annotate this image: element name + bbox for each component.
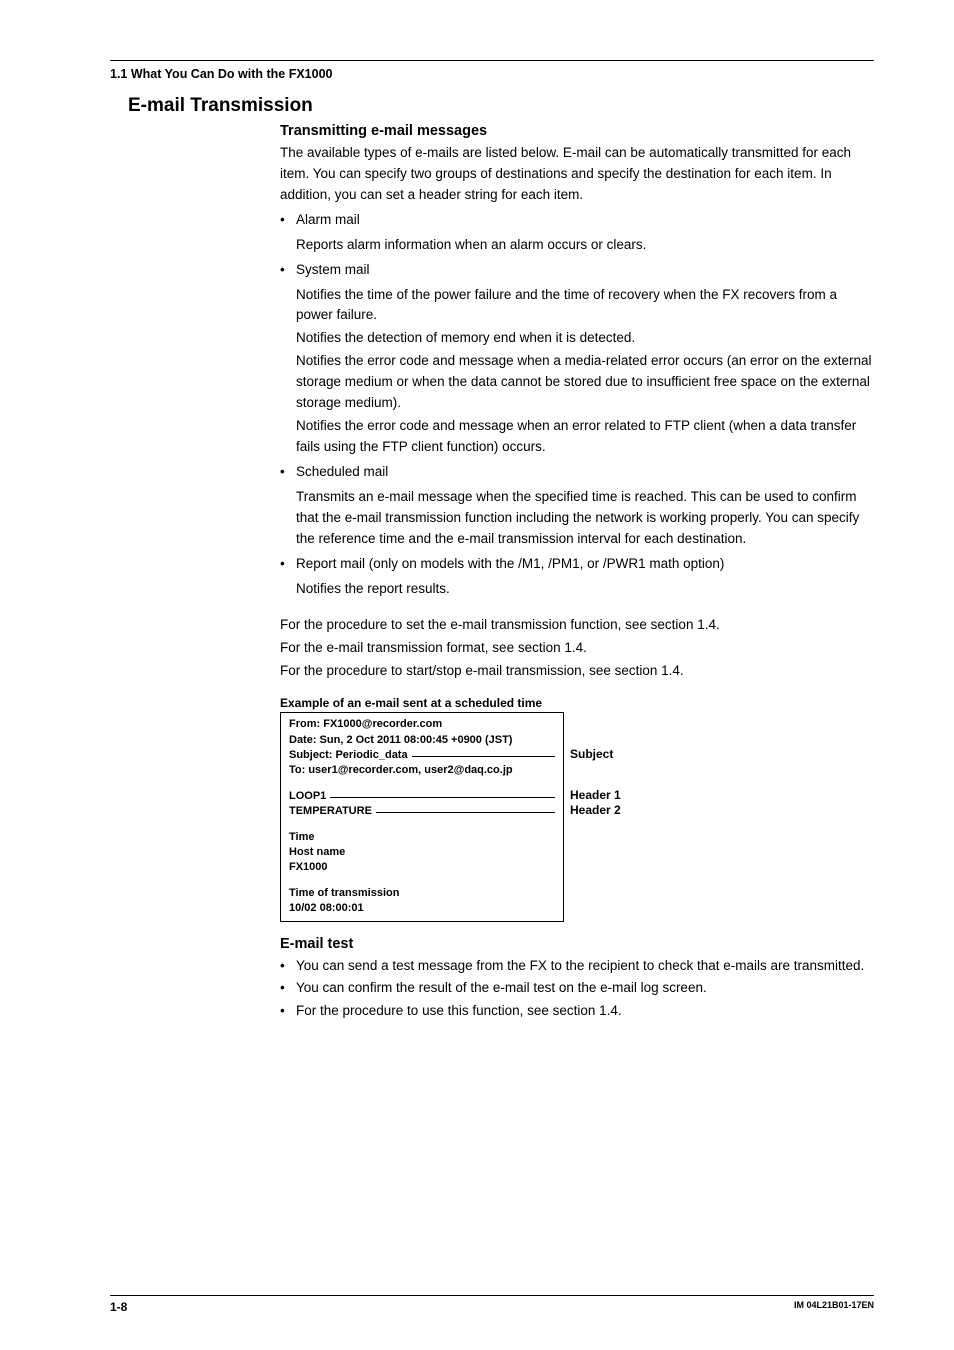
label-header2: Header 2 [570,803,621,818]
leader-line [412,756,555,757]
email-header1: LOOP1 [289,789,326,804]
reference-line: For the e-mail transmission format, see … [280,638,874,659]
heading-email-transmission: E-mail Transmission [128,95,874,117]
body-line: Reports alarm information when an alarm … [296,235,874,256]
email-date: Date: Sun, 2 Oct 2011 08:00:45 +0900 (JS… [289,733,512,748]
list-item: System mail [280,260,874,281]
label-header1: Header 1 [570,788,621,803]
leader-line [376,812,555,813]
list-item: Report mail (only on models with the /M1… [280,554,874,575]
example-labels: Subject Header 1 Header 2 [564,712,621,921]
heading-transmitting: Transmitting e-mail messages [280,123,874,139]
page-number: 1-8 [110,1300,127,1314]
page-footer: 1-8 IM 04L21B01-17EN [110,1295,874,1314]
body-line: Transmits an e-mail message when the spe… [296,487,874,550]
email-block-line: Time [289,830,314,845]
reference-line: For the procedure to start/stop e-mail t… [280,661,874,682]
mail-type-list: Report mail (only on models with the /M1… [280,554,874,575]
email-to: To: user1@recorder.com, user2@daq.co.jp [289,763,513,778]
heading-email-test: E-mail test [280,936,874,952]
body-line: Notifies the time of the power failure a… [296,285,874,327]
body-line: Notifies the report results. [296,579,874,600]
email-test-list: You can send a test message from the FX … [280,956,874,1023]
email-from: From: FX1000@recorder.com [289,717,442,732]
mail-type-list: Scheduled mail [280,462,874,483]
body-line: Notifies the detection of memory end whe… [296,328,874,349]
label-subject: Subject [570,746,621,761]
list-item: You can confirm the result of the e-mail… [280,978,874,999]
example-email-box: From: FX1000@recorder.com Date: Sun, 2 O… [280,712,564,921]
list-item: You can send a test message from the FX … [280,956,874,977]
email-block-line: 10/02 08:00:01 [289,901,364,916]
intro-text: The available types of e-mails are liste… [280,143,874,206]
email-block-line: FX1000 [289,860,328,875]
email-block-line: Host name [289,845,345,860]
leader-line [330,797,555,798]
email-subject: Subject: Periodic_data [289,748,408,763]
email-block-line: Time of transmission [289,886,399,901]
reference-line: For the procedure to set the e-mail tran… [280,615,874,636]
example-title: Example of an e-mail sent at a scheduled… [280,696,874,710]
doc-id: IM 04L21B01-17EN [794,1300,874,1314]
list-item: Scheduled mail [280,462,874,483]
body-line: Notifies the error code and message when… [296,416,874,458]
list-item: For the procedure to use this function, … [280,1001,874,1022]
mail-type-list: System mail [280,260,874,281]
mail-type-list: Alarm mail [280,210,874,231]
email-header2: TEMPERATURE [289,804,372,819]
body-line: Notifies the error code and message when… [296,351,874,414]
section-path: 1.1 What You Can Do with the FX1000 [110,67,874,81]
list-item: Alarm mail [280,210,874,231]
